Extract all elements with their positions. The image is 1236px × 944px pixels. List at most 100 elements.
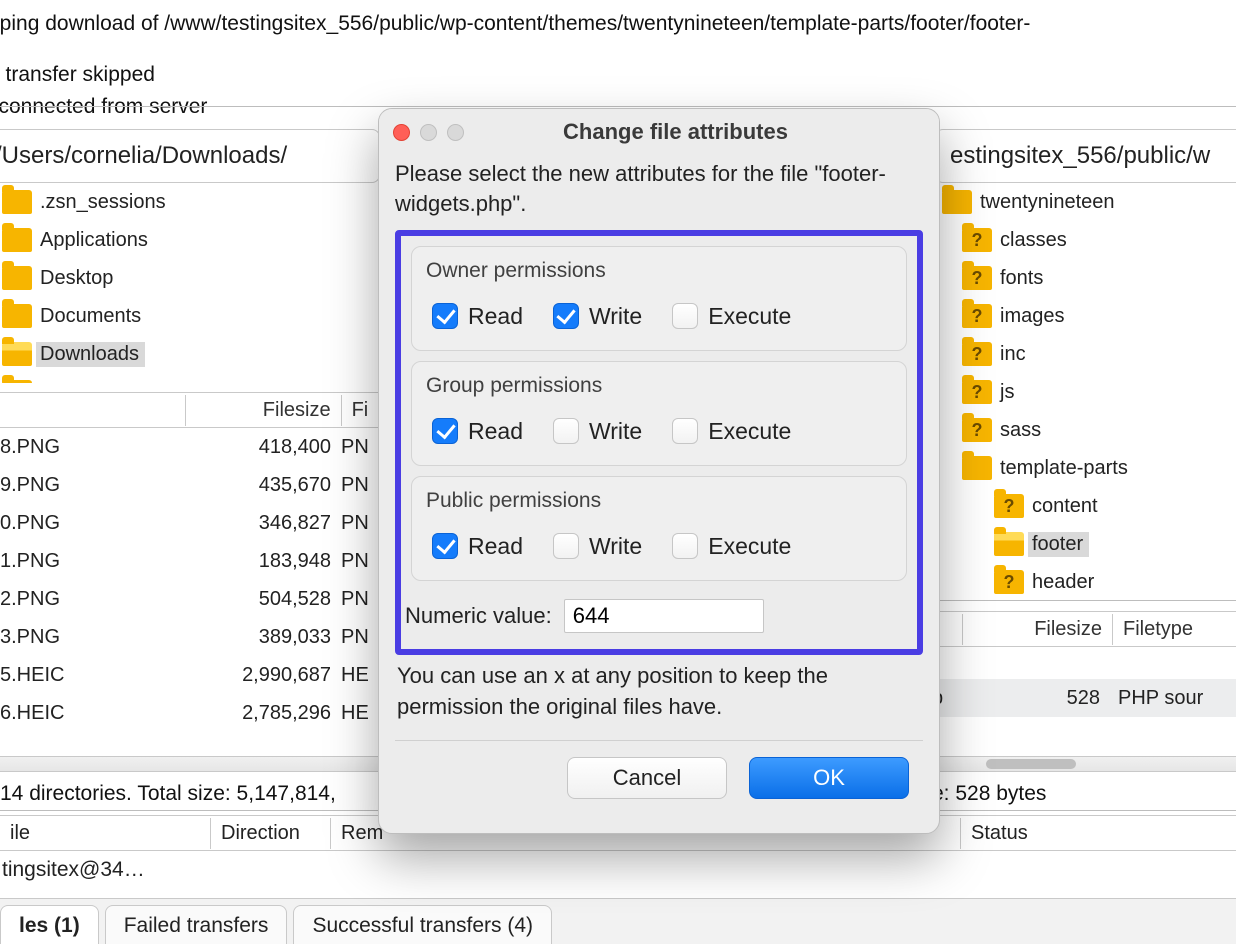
tree-item[interactable]: Downloads — [0, 335, 380, 373]
tree-item[interactable]: ?images — [932, 297, 1236, 335]
cancel-button[interactable]: Cancel — [567, 757, 727, 799]
tree-item[interactable]: ?js — [932, 373, 1236, 411]
tree-item-label: classes — [996, 228, 1073, 253]
checkbox-label: Write — [589, 533, 642, 560]
owner-read-checkbox[interactable]: Read — [432, 303, 523, 330]
public-write-checkbox[interactable]: Write — [553, 533, 642, 560]
table-row[interactable]: 8.PNG418,400PN — [0, 428, 380, 466]
tree-item-label: .zsn_sessions — [36, 190, 172, 215]
change-file-attributes-dialog: Change file attributes Please select the… — [378, 108, 940, 834]
dialog-title: Change file attributes — [516, 119, 925, 145]
file-name: 2.PNG — [0, 588, 117, 611]
file-type: PN — [331, 474, 380, 497]
public-execute-checkbox[interactable]: Execute — [672, 533, 791, 560]
col-filetype[interactable]: Fi — [341, 395, 380, 426]
local-grid-header[interactable]: Filesize Fi — [0, 392, 380, 428]
dialog-titlebar[interactable]: Change file attributes — [379, 109, 939, 153]
remote-tree[interactable]: twentynineteen ?classes?fonts?images?inc?… — [932, 183, 1236, 598]
local-path-input[interactable]: /Users/cornelia/Downloads/ — [0, 129, 380, 183]
file-size: 2,785,296 — [117, 702, 331, 725]
tree-item[interactable]: ?inc — [932, 335, 1236, 373]
tree-item[interactable]: ?content — [932, 487, 1236, 525]
tab-successful[interactable]: Successful transfers (4) — [293, 905, 552, 944]
remote-path-input[interactable]: estingsitex_556/public/w — [935, 129, 1236, 183]
table-row[interactable]: p 528 PHP sour — [932, 679, 1236, 717]
checkbox-label: Execute — [708, 303, 791, 330]
owner-execute-checkbox[interactable]: Execute — [672, 303, 791, 330]
queue-row[interactable]: tingsitex@34… — [0, 851, 145, 889]
col-filetype[interactable]: Filetype — [1112, 614, 1232, 645]
file-size: 389,033 — [117, 626, 331, 649]
remote-file-list[interactable]: p 528 PHP sour — [932, 649, 1236, 717]
tree-item[interactable]: ?fonts — [932, 259, 1236, 297]
table-row[interactable]: 5.HEIC2,990,687HE — [0, 656, 380, 694]
file-type: PHP sour — [1108, 687, 1203, 710]
file-size: 418,400 — [117, 436, 331, 459]
checkbox-label: Write — [589, 303, 642, 330]
tree-item[interactable]: Documents — [0, 297, 380, 335]
close-icon[interactable] — [393, 124, 410, 141]
file-name: 9.PNG — [0, 474, 117, 497]
divider — [932, 600, 1236, 601]
scrollbar[interactable] — [0, 756, 380, 772]
col-filesize[interactable]: Filesize — [962, 614, 1112, 645]
group-write-checkbox[interactable]: Write — [553, 418, 642, 445]
group-permissions-group: Group permissions Read Write Execute — [411, 361, 907, 466]
tree-item[interactable]: twentynineteen — [932, 183, 1236, 221]
tree-item[interactable]: .zsn_sessions — [0, 183, 380, 221]
remote-status: e: 528 bytes — [932, 782, 1046, 806]
table-row[interactable]: 9.PNG435,670PN — [0, 466, 380, 504]
checkbox-label: Read — [468, 418, 523, 445]
tree-item[interactable]: ?sass — [932, 411, 1236, 449]
owner-write-checkbox[interactable]: Write — [553, 303, 642, 330]
dialog-hint: You can use an x at any position to keep… — [395, 655, 923, 723]
tab-failed[interactable]: Failed transfers — [105, 905, 288, 944]
scrollbar[interactable] — [932, 756, 1236, 772]
tree-item[interactable]: Library — [0, 373, 380, 383]
tree-item-label: twentynineteen — [976, 190, 1121, 215]
col-name[interactable] — [0, 406, 185, 414]
tree-item-label: Desktop — [36, 266, 119, 291]
ok-button[interactable]: OK — [749, 757, 909, 799]
table-row[interactable]: 1.PNG183,948PN — [0, 542, 380, 580]
table-row[interactable]: 3.PNG389,033PN — [0, 618, 380, 656]
tree-item[interactable]: ?header — [932, 563, 1236, 598]
tree-item-label: sass — [996, 418, 1047, 443]
tree-item[interactable]: template-parts — [932, 449, 1236, 487]
tree-item-label: inc — [996, 342, 1032, 367]
tree-item-label: Library — [36, 380, 107, 384]
table-row[interactable]: 0.PNG346,827PN — [0, 504, 380, 542]
table-row[interactable]: 6.HEIC2,785,296HE — [0, 694, 380, 732]
log-line: pping download of /www/testingsitex_556/… — [0, 8, 1236, 41]
col-direction[interactable]: Direction — [210, 818, 330, 849]
tree-item-label: Downloads — [36, 342, 145, 367]
tree-item[interactable]: ?classes — [932, 221, 1236, 259]
file-type: PN — [331, 436, 380, 459]
file-type: PN — [331, 512, 380, 535]
file-name: 8.PNG — [0, 436, 117, 459]
file-size: 2,990,687 — [117, 664, 331, 687]
col-status[interactable]: Status — [960, 818, 1080, 849]
public-permissions-group: Public permissions Read Write Execute — [411, 476, 907, 581]
tree-item[interactable]: Desktop — [0, 259, 380, 297]
file-size: 528 — [938, 687, 1108, 710]
group-read-checkbox[interactable]: Read — [432, 418, 523, 445]
table-row[interactable]: 2.PNG504,528PN — [0, 580, 380, 618]
tree-item[interactable]: footer — [932, 525, 1236, 563]
group-execute-checkbox[interactable]: Execute — [672, 418, 791, 445]
folder-open-icon — [994, 532, 1024, 556]
public-read-checkbox[interactable]: Read — [432, 533, 523, 560]
tab-queued[interactable]: les (1) — [0, 905, 99, 944]
dialog-instruction: Please select the new attributes for the… — [395, 159, 923, 220]
local-status: 14 directories. Total size: 5,147,814, — [0, 782, 336, 806]
local-file-list[interactable]: 8.PNG418,400PN9.PNG435,670PN0.PNG346,827… — [0, 428, 380, 732]
col-file[interactable]: ile — [0, 818, 210, 849]
col-filesize[interactable]: Filesize — [185, 395, 341, 426]
tree-item-label: Applications — [36, 228, 154, 253]
tree-item[interactable]: Applications — [0, 221, 380, 259]
numeric-value-input[interactable] — [564, 599, 764, 633]
local-tree[interactable]: .zsn_sessions Applications Desktop Document… — [0, 183, 380, 383]
transfer-tabs: les (1) Failed transfers Successful tran… — [0, 898, 1236, 944]
window-controls — [393, 124, 464, 141]
remote-grid-header[interactable]: Filesize Filetype — [932, 611, 1236, 647]
